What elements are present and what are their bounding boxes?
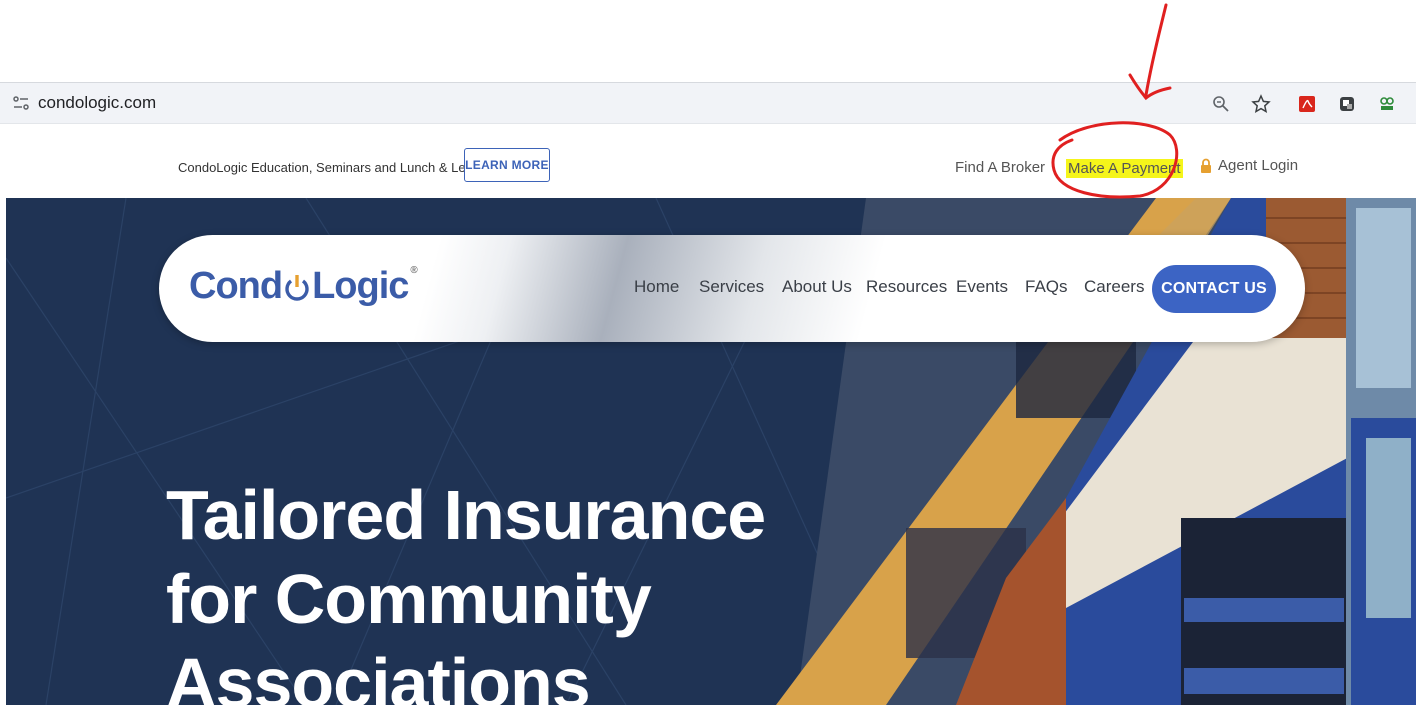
zoom-icon[interactable]: [1210, 93, 1232, 115]
nav-item-events[interactable]: Events: [956, 277, 1008, 297]
headline-line-3: Associations: [166, 644, 591, 705]
browser-address-bar[interactable]: condologic.com: [0, 82, 1416, 124]
logo-text-1: Cond: [189, 265, 283, 307]
address-url[interactable]: condologic.com: [38, 93, 156, 113]
hero-section: Cond Logic ® Home Services About Us Resour…: [6, 198, 1416, 705]
logo-text-2: Logic: [312, 265, 409, 307]
make-payment-link[interactable]: Make A Payment: [1066, 159, 1183, 178]
main-navigation: Cond Logic ® Home Services About Us Resour…: [159, 235, 1305, 342]
extension-icon-2[interactable]: [1376, 93, 1398, 115]
star-icon[interactable]: [1250, 93, 1272, 115]
logo-registered: ®: [410, 265, 417, 276]
hero-headline: Tailored Insurance for Community Associa…: [166, 473, 766, 705]
nav-item-about-us[interactable]: About Us: [782, 277, 852, 297]
nav-item-faqs[interactable]: FAQs: [1025, 277, 1068, 297]
site-logo[interactable]: Cond Logic ®: [189, 265, 418, 308]
learn-more-button[interactable]: LEARN MORE: [464, 148, 550, 182]
tune-icon[interactable]: [12, 94, 30, 112]
extension-icon[interactable]: [1336, 93, 1358, 115]
contact-us-button[interactable]: CONTACT US: [1152, 265, 1276, 313]
pdf-extension-icon[interactable]: [1296, 93, 1318, 115]
agent-login-label: Agent Login: [1218, 157, 1299, 174]
power-icon: [285, 275, 309, 301]
nav-item-resources[interactable]: Resources: [866, 277, 947, 297]
nav-item-home[interactable]: Home: [634, 277, 679, 297]
site-topbar: CondoLogic Education, Seminars and Lunch…: [0, 124, 1416, 198]
headline-line-2: for Community: [166, 560, 652, 638]
find-broker-link[interactable]: Find A Broker: [955, 159, 1045, 176]
headline-line-1: Tailored Insurance: [166, 476, 766, 554]
nav-item-services[interactable]: Services: [699, 277, 764, 297]
agent-login-link[interactable]: Agent Login: [1200, 157, 1298, 174]
lock-icon: [1201, 158, 1211, 173]
nav-item-careers[interactable]: Careers: [1084, 277, 1144, 297]
